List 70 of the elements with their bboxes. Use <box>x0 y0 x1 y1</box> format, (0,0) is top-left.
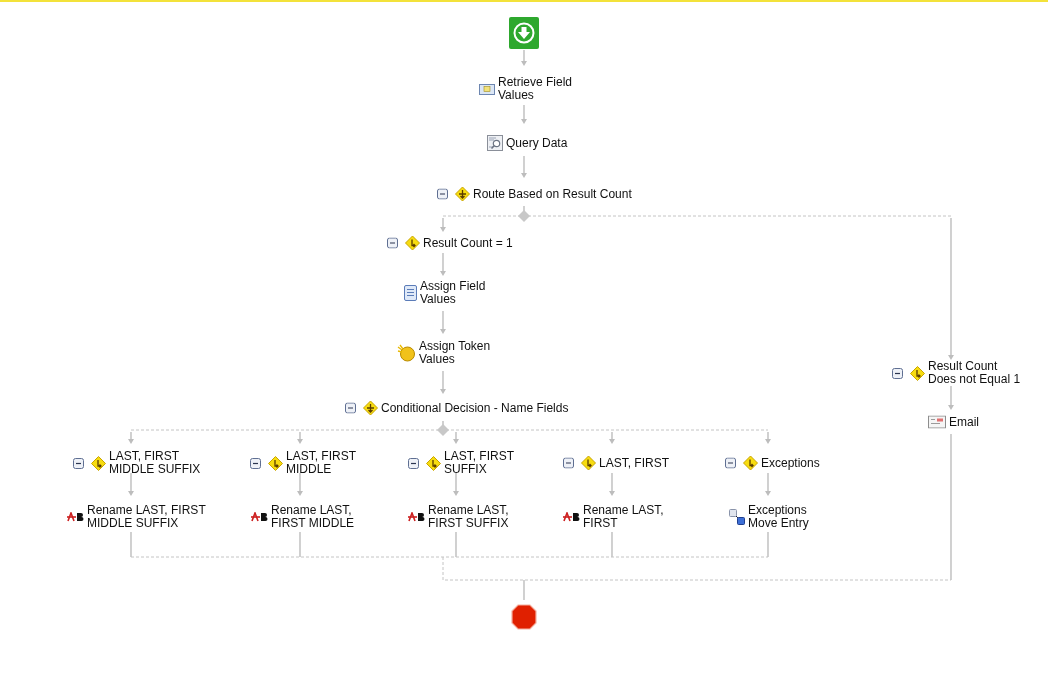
branch-diamond-icon <box>437 424 449 436</box>
connector-arrow <box>440 370 446 394</box>
move-entry-icon <box>729 509 745 525</box>
connector-line <box>455 531 457 558</box>
connector-arrow <box>453 431 459 444</box>
connector-arrow <box>765 431 771 444</box>
connector-arrow <box>521 155 527 178</box>
connector-arrow <box>128 431 134 444</box>
collapse-icon[interactable] <box>250 457 261 469</box>
connector-line <box>611 531 613 558</box>
decision-diamond-icon <box>268 455 283 471</box>
decision-diamond-icon <box>405 235 420 251</box>
form-field-icon <box>479 83 495 95</box>
connector-line <box>767 531 769 558</box>
activity-label[interactable]: Conditional Decision - Name Fields <box>381 401 569 415</box>
rename-icon <box>563 512 580 522</box>
rename-icon <box>67 512 84 522</box>
activity-label[interactable]: Rename LAST, FIRST SUFFIX <box>428 504 509 530</box>
activity-label[interactable]: Result Count Does not Equal 1 <box>928 360 1021 386</box>
collapse-icon[interactable] <box>73 457 84 469</box>
activity-label[interactable]: LAST, FIRST <box>599 456 669 470</box>
activity-label[interactable]: Result Count = 1 <box>423 236 513 250</box>
connector-arrow <box>765 472 771 496</box>
connector-arrow <box>297 472 303 496</box>
decision-diamond-icon <box>426 455 441 471</box>
connector-arrow <box>128 472 134 496</box>
start-icon[interactable] <box>509 17 539 49</box>
activity-label[interactable]: Rename LAST, FIRST MIDDLE <box>271 504 355 530</box>
connector-arrow <box>521 104 527 124</box>
connector-arrow <box>297 431 303 444</box>
decision-diamond-icon <box>363 400 378 416</box>
decision-diamond-icon <box>743 455 758 471</box>
decision-diamond-icon <box>455 186 470 202</box>
activity-label[interactable]: Rename LAST, FIRST <box>583 504 664 530</box>
branch-diamond-icon <box>518 210 530 222</box>
connector-arrow <box>609 472 615 496</box>
search-window-icon <box>487 135 503 151</box>
collapse-icon[interactable] <box>408 457 419 469</box>
connector-line <box>299 531 301 558</box>
rename-icon <box>408 512 425 522</box>
connector-arrow <box>453 472 459 496</box>
connector-arrow <box>948 385 954 410</box>
activity-label[interactable]: Assign Field Values <box>420 280 486 306</box>
activity-label[interactable]: LAST, FIRST MIDDLE SUFFIX <box>109 450 201 476</box>
stop-sign-icon[interactable] <box>509 602 539 632</box>
email-icon <box>928 415 946 429</box>
activity-label[interactable]: Query Data <box>506 136 568 150</box>
decision-diamond-icon <box>581 455 596 471</box>
connector-arrow <box>609 431 615 444</box>
rename-icon <box>251 512 268 522</box>
activity-label[interactable]: LAST, FIRST SUFFIX <box>444 450 514 476</box>
connector-line <box>523 579 525 601</box>
activity-label[interactable]: Rename LAST, FIRST MIDDLE SUFFIX <box>87 504 206 530</box>
connector-arrow <box>440 310 446 334</box>
activity-label[interactable]: Exceptions Move Entry <box>748 504 809 530</box>
decision-diamond-icon <box>91 455 106 471</box>
connector-arrow <box>440 252 446 276</box>
collapse-icon[interactable] <box>892 367 903 379</box>
activity-label[interactable]: Exceptions <box>761 456 820 470</box>
connector-arrow <box>440 217 446 232</box>
activity-label[interactable]: LAST, FIRST MIDDLE <box>286 450 356 476</box>
document-icon <box>404 285 417 301</box>
connector-arrow <box>521 49 527 66</box>
decision-diamond-icon <box>910 365 925 381</box>
activity-label[interactable]: Route Based on Result Count <box>473 187 632 201</box>
activity-label[interactable]: Retrieve Field Values <box>498 76 573 102</box>
activity-label[interactable]: Assign Token Values <box>419 340 491 366</box>
connector-line <box>130 531 132 558</box>
coin-icon <box>397 344 416 362</box>
activity-label[interactable]: Email <box>949 415 979 429</box>
